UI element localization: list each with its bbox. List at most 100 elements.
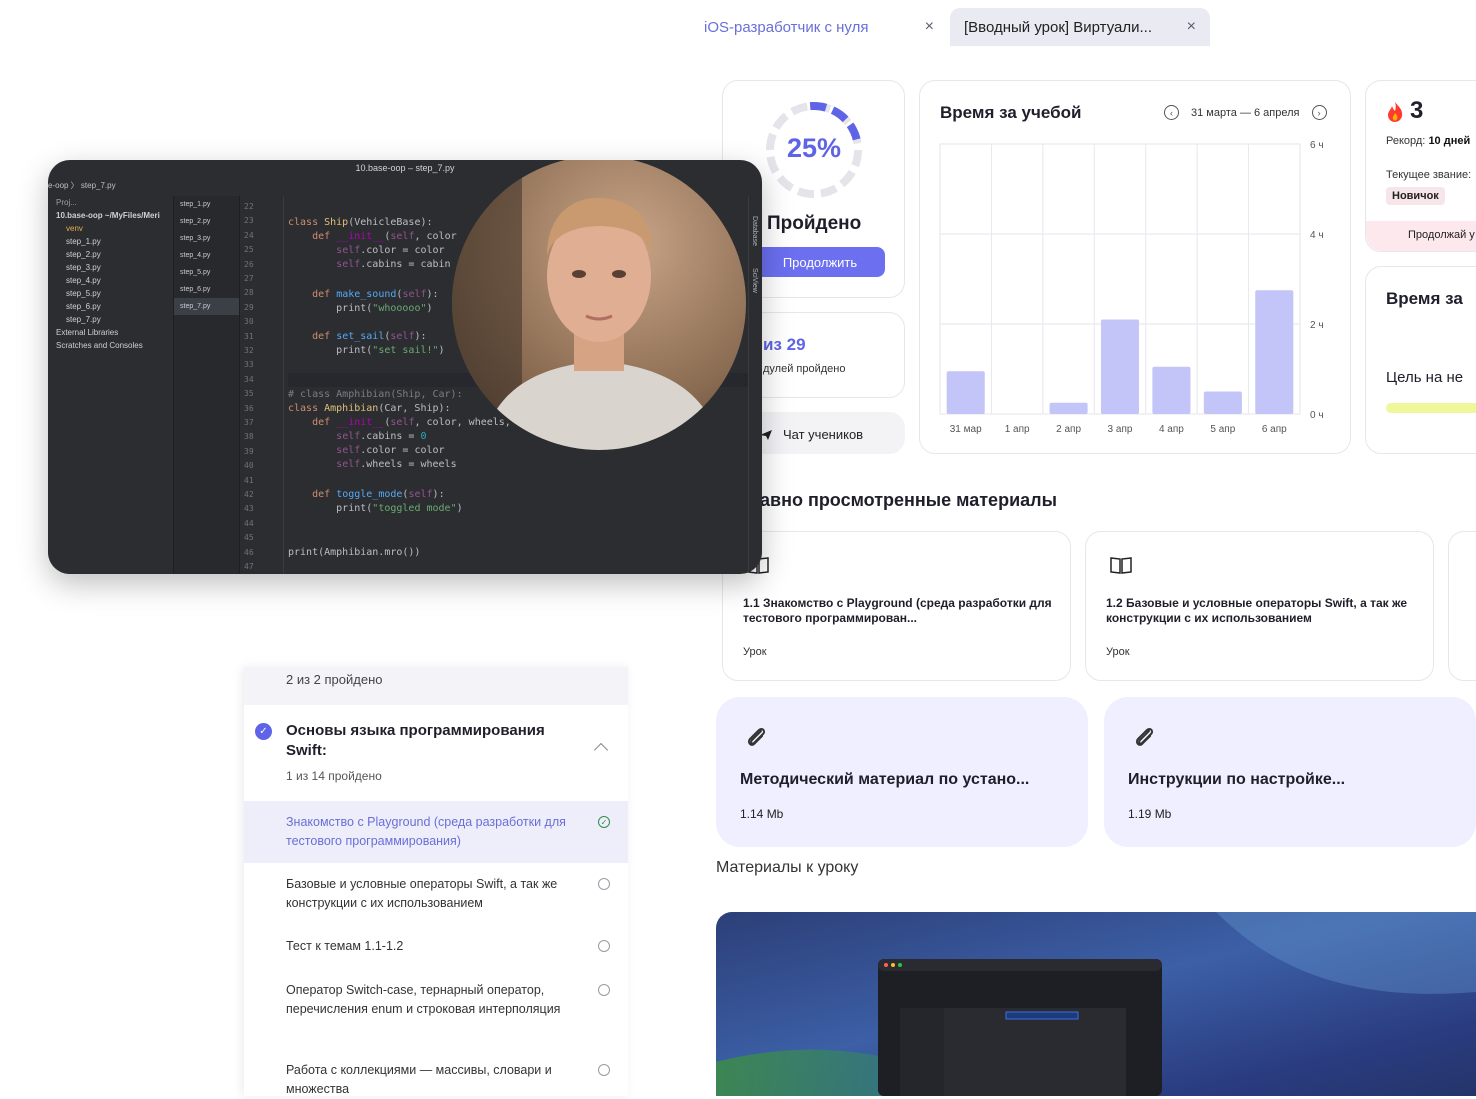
x-tick-label: 4 апр: [1159, 424, 1184, 435]
lesson-item[interactable]: Базовые и условные операторы Swift, а та…: [244, 863, 628, 925]
open-file-tab[interactable]: step_3.py: [174, 230, 239, 247]
rank-badge: Новичок: [1386, 187, 1445, 205]
modules-sub: дулей пройдено: [763, 363, 846, 375]
tree-item[interactable]: Scratches and Consoles: [48, 339, 173, 352]
lesson-item-title: Тест к темам 1.1-1.2: [286, 939, 404, 953]
line-number: 29: [244, 302, 254, 312]
streak-count: 3: [1410, 97, 1424, 124]
recent-lesson-card[interactable]: 1.2 Базовые и условные операторы Swift, …: [1085, 531, 1434, 681]
tree-item[interactable]: step_3.py: [48, 261, 173, 274]
line-number: 24: [244, 230, 254, 240]
paperclip-icon: [1135, 727, 1154, 746]
line-number: 25: [244, 245, 254, 255]
previous-section-summary: 2 из 2 пройдено: [244, 667, 628, 705]
record: Рекорд: 10 дней: [1386, 135, 1470, 147]
line-number: 44: [244, 518, 254, 528]
ide-window: 10.base-oop – step_7.py e-oop 〉 step_7.p…: [48, 160, 762, 574]
tab-label: iOS-разработчик с нуля: [704, 18, 869, 36]
y-tick-label: 0 ч: [1310, 410, 1324, 421]
open-file-tab[interactable]: step_6.py: [174, 281, 239, 298]
material-card[interactable]: Инструкции по настройке... 1.19 Mb: [1104, 697, 1476, 847]
chevron-up-icon[interactable]: [593, 742, 609, 758]
open-file-tab[interactable]: step_7.py: [174, 298, 239, 315]
sciview-tool[interactable]: SciView: [751, 268, 758, 293]
tree-item[interactable]: step_6.py: [48, 300, 173, 313]
section-title[interactable]: Основы языка программирования Swift:: [286, 721, 586, 761]
open-file-tab[interactable]: step_4.py: [174, 247, 239, 264]
line-number: 26: [244, 259, 254, 269]
tab-intro-lesson[interactable]: [Вводный урок] Виртуали... ×: [950, 8, 1210, 46]
line-number: 38: [244, 432, 254, 442]
ide-breadcrumb: e-oop 〉 step_7.py: [48, 181, 116, 190]
lesson-kind: Урок: [743, 646, 767, 658]
y-tick-label: 4 ч: [1310, 230, 1324, 241]
lesson-item[interactable]: Тест к темам 1.1-1.2: [244, 925, 628, 969]
line-number: 30: [244, 317, 254, 327]
lesson-item[interactable]: Оператор Switch-case, тернарный оператор…: [244, 969, 628, 1049]
continue-button[interactable]: Продолжить: [755, 247, 885, 277]
ide-right-toolbar: Database SciView: [748, 196, 762, 574]
line-number: 47: [244, 562, 254, 571]
tree-item[interactable]: 10.base-oop ~/MyFiles/Meri: [48, 209, 173, 222]
line-number: 34: [244, 374, 254, 384]
chart-bar: [1203, 391, 1242, 414]
open-file-tab[interactable]: step_1.py: [174, 196, 239, 213]
instructor-portrait: [452, 160, 746, 450]
previous-section-progress: 2 из 2 пройдено: [286, 672, 383, 687]
chevron-right-icon[interactable]: ›: [1311, 105, 1327, 120]
recent-lesson-card[interactable]: [1448, 531, 1476, 681]
lesson-video-preview[interactable]: [716, 912, 1476, 1096]
tree-item[interactable]: step_1.py: [48, 235, 173, 248]
materials-label: Материалы к уроку: [716, 859, 859, 876]
paperclip-icon: [747, 727, 766, 746]
material-card[interactable]: Методический материал по устано... 1.14 …: [716, 697, 1088, 847]
recent-lesson-card[interactable]: 1.1 Знакомство с Playground (среда разра…: [722, 531, 1071, 681]
time-goal-title: Время за: [1386, 289, 1463, 308]
tree-item[interactable]: Proj...: [48, 196, 173, 209]
tree-item[interactable]: step_5.py: [48, 287, 173, 300]
chart-bar: [1049, 402, 1088, 414]
line-number: 35: [244, 389, 254, 399]
check-circle-icon: ✓: [255, 723, 272, 740]
recent-materials-title: авно просмотренные материалы: [760, 490, 1057, 510]
chevron-left-icon[interactable]: ‹: [1164, 105, 1179, 120]
lesson-item[interactable]: Знакомство с Playground (среда разработк…: [244, 801, 628, 863]
tab-ios-course[interactable]: iOS-разработчик с нуля ×: [690, 8, 948, 46]
tree-item[interactable]: step_4.py: [48, 274, 173, 287]
lesson-title: 1.1 Знакомство с Playground (среда разра…: [743, 596, 1052, 625]
y-tick-label: 2 ч: [1310, 320, 1324, 331]
progress-percent: 25%: [786, 133, 842, 163]
database-tool[interactable]: Database: [751, 216, 758, 246]
check-icon: ✓: [598, 816, 610, 828]
x-tick-label: 31 мар: [950, 424, 982, 435]
circle-icon: [598, 1064, 610, 1076]
circle-icon: [598, 878, 610, 890]
progress-ring: 25%: [763, 99, 865, 201]
x-tick-label: 3 апр: [1108, 424, 1133, 435]
chart-bar: [946, 371, 985, 414]
line-number: 37: [244, 418, 254, 427]
book-icon: [1110, 557, 1132, 574]
study-time-card: Время за учебой ‹ 31 марта — 6 апреля › …: [919, 80, 1351, 454]
line-number: 43: [244, 504, 254, 514]
open-files-list: step_1.py step_2.py step_3.py step_4.py …: [174, 196, 240, 574]
tree-item[interactable]: step_7.py: [48, 313, 173, 326]
open-file-tab[interactable]: step_5.py: [174, 264, 239, 281]
y-tick-label: 6 ч: [1310, 140, 1324, 151]
lesson-item[interactable]: Работа с коллекциями — массивы, словари …: [244, 1049, 628, 1096]
material-size: 1.19 Mb: [1128, 807, 1172, 821]
open-file-tab[interactable]: step_2.py: [174, 213, 239, 230]
chart-bar: [1100, 319, 1140, 414]
line-number: 42: [244, 490, 254, 499]
circle-icon: [598, 984, 610, 996]
tree-item[interactable]: External Libraries: [48, 326, 173, 339]
close-icon[interactable]: ×: [925, 18, 934, 36]
line-number: 45: [244, 533, 254, 543]
chart-bar: [1152, 366, 1191, 414]
streak-continue[interactable]: Продолжай у: [1366, 221, 1476, 251]
tree-item[interactable]: step_2.py: [48, 248, 173, 261]
close-icon[interactable]: ×: [1187, 18, 1196, 36]
line-number: 33: [244, 360, 254, 370]
line-number: 41: [244, 475, 254, 485]
tree-item[interactable]: venv: [48, 222, 173, 235]
